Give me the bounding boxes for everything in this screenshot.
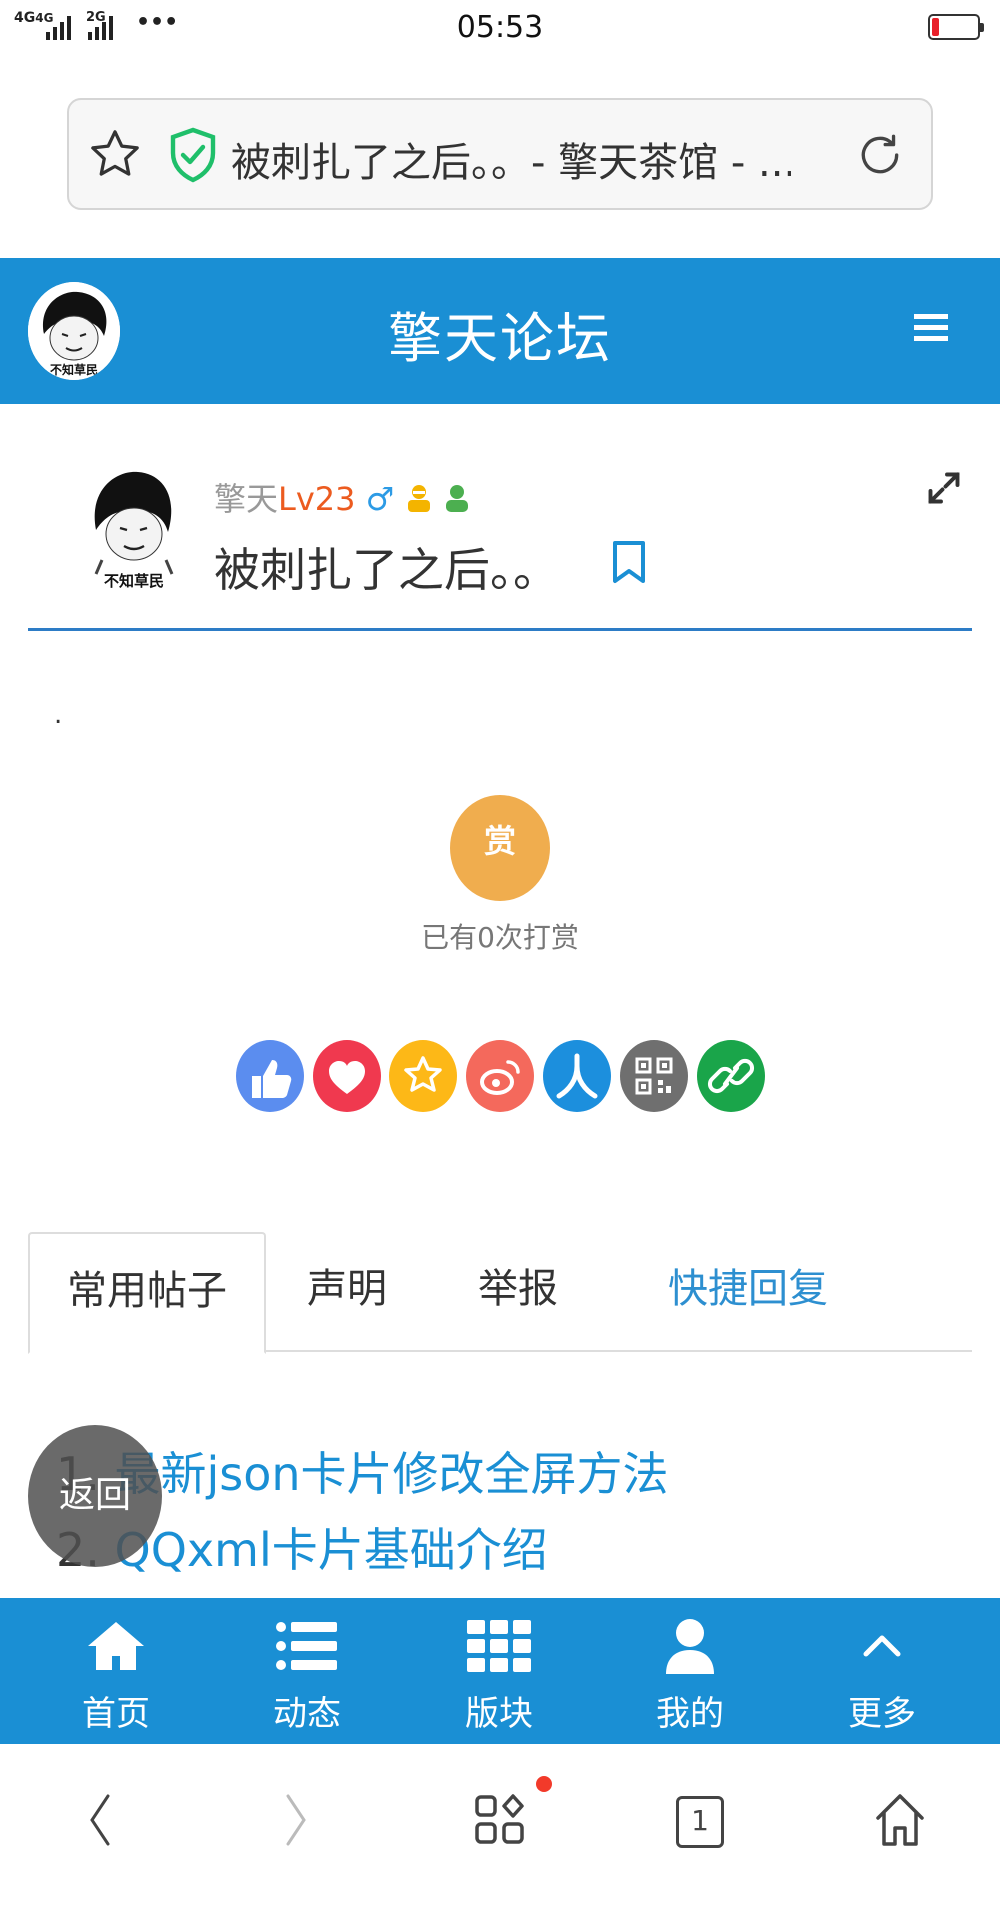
author-name[interactable]: 擎天 [214, 480, 278, 518]
forum-header: 不知草民 擎天论坛 [0, 258, 1000, 404]
tab-quick-reply[interactable]: 快捷回复 [628, 1232, 868, 1352]
expand-icon[interactable] [926, 470, 962, 506]
list-icon [276, 1622, 337, 1670]
like-icon[interactable] [236, 1040, 304, 1112]
battery-level [932, 18, 939, 36]
nav-activity[interactable]: 动态 [207, 1598, 407, 1744]
tab-count-button[interactable]: 1 [676, 1796, 724, 1848]
copy-link-icon[interactable] [697, 1040, 765, 1112]
home-icon [88, 1622, 144, 1670]
author-avatar[interactable]: 不知草民 [82, 462, 186, 590]
tab-report[interactable]: 举报 [438, 1232, 598, 1352]
nav-mine[interactable]: 我的 [590, 1598, 790, 1744]
favorite-heart-icon[interactable] [313, 1040, 381, 1112]
back-arrow-icon[interactable] [84, 1792, 114, 1848]
nav-mine-label: 我的 [656, 1694, 724, 1734]
post-tabs: 常用帖子 声明 举报 快捷回复 [28, 1232, 972, 1354]
list-item-link[interactable]: QQxml卡片基础介绍 [115, 1523, 548, 1577]
tab-common-posts[interactable]: 常用帖子 [28, 1232, 266, 1354]
battery-icon [928, 14, 984, 40]
nav-sections-label: 版块 [465, 1694, 533, 1734]
weibo-icon[interactable] [466, 1040, 534, 1112]
battery-tip [980, 23, 984, 32]
user-icon [666, 1619, 714, 1674]
tab-statement[interactable]: 声明 [266, 1232, 428, 1352]
post-body: . [54, 700, 63, 730]
nav-home[interactable]: 首页 [16, 1598, 216, 1744]
forward-arrow-icon[interactable] [282, 1792, 312, 1848]
user-badge-icon [445, 485, 468, 512]
back-button[interactable]: 返回 [28, 1425, 162, 1567]
qrcode-icon[interactable] [620, 1040, 688, 1112]
forum-title: 擎天论坛 [388, 307, 612, 370]
reload-icon[interactable] [855, 130, 905, 180]
author-meme-face-icon: 不知草民 [94, 471, 174, 590]
moderator-badge-icon [407, 485, 430, 512]
star-bookmark-icon[interactable] [87, 126, 143, 182]
home-page-icon[interactable] [874, 1792, 926, 1848]
svg-text:不知草民: 不知草民 [104, 572, 164, 590]
list-item-link[interactable]: 最新json卡片修改全屏方法 [115, 1447, 669, 1501]
renren-icon[interactable] [543, 1040, 611, 1112]
nav-more-label: 更多 [848, 1694, 916, 1734]
clock: 05:53 [456, 10, 544, 45]
security-shield-icon [170, 127, 216, 183]
post-title: 被刺扎了之后。。 [214, 543, 559, 597]
address-title[interactable]: 被刺扎了之后。。- 擎天茶馆 - ... [231, 130, 791, 188]
bookmark-icon[interactable] [612, 540, 646, 584]
address-bar[interactable]: 被刺扎了之后。。- 擎天茶馆 - ... [67, 98, 933, 210]
apps-icon[interactable] [474, 1794, 526, 1846]
hamburger-menu-icon[interactable] [914, 310, 950, 346]
status-bar: 4G4G 2G ••• 05:53 [0, 0, 1000, 58]
chevron-up-icon [863, 1635, 901, 1657]
nav-activity-label: 动态 [273, 1694, 341, 1734]
author-info: 擎天Lv23 ♂ [214, 474, 471, 520]
browser-toolbar: 1 [0, 1744, 1000, 1920]
reward-button[interactable]: 赏 [450, 795, 550, 901]
qzone-star-icon[interactable] [389, 1040, 457, 1112]
gender-male-icon: ♂ [365, 480, 395, 518]
notification-dot [536, 1776, 552, 1792]
post-divider [28, 628, 972, 631]
reward-count: 已有0次打赏 [421, 921, 579, 954]
nav-more[interactable]: 更多 [782, 1598, 982, 1744]
bottom-nav: 首页 动态 版块 我的 更多 [0, 1598, 1000, 1744]
grid-icon [467, 1620, 531, 1672]
author-level: Lv23 [278, 480, 356, 518]
nav-sections[interactable]: 版块 [399, 1598, 599, 1744]
nav-home-label: 首页 [82, 1694, 150, 1734]
